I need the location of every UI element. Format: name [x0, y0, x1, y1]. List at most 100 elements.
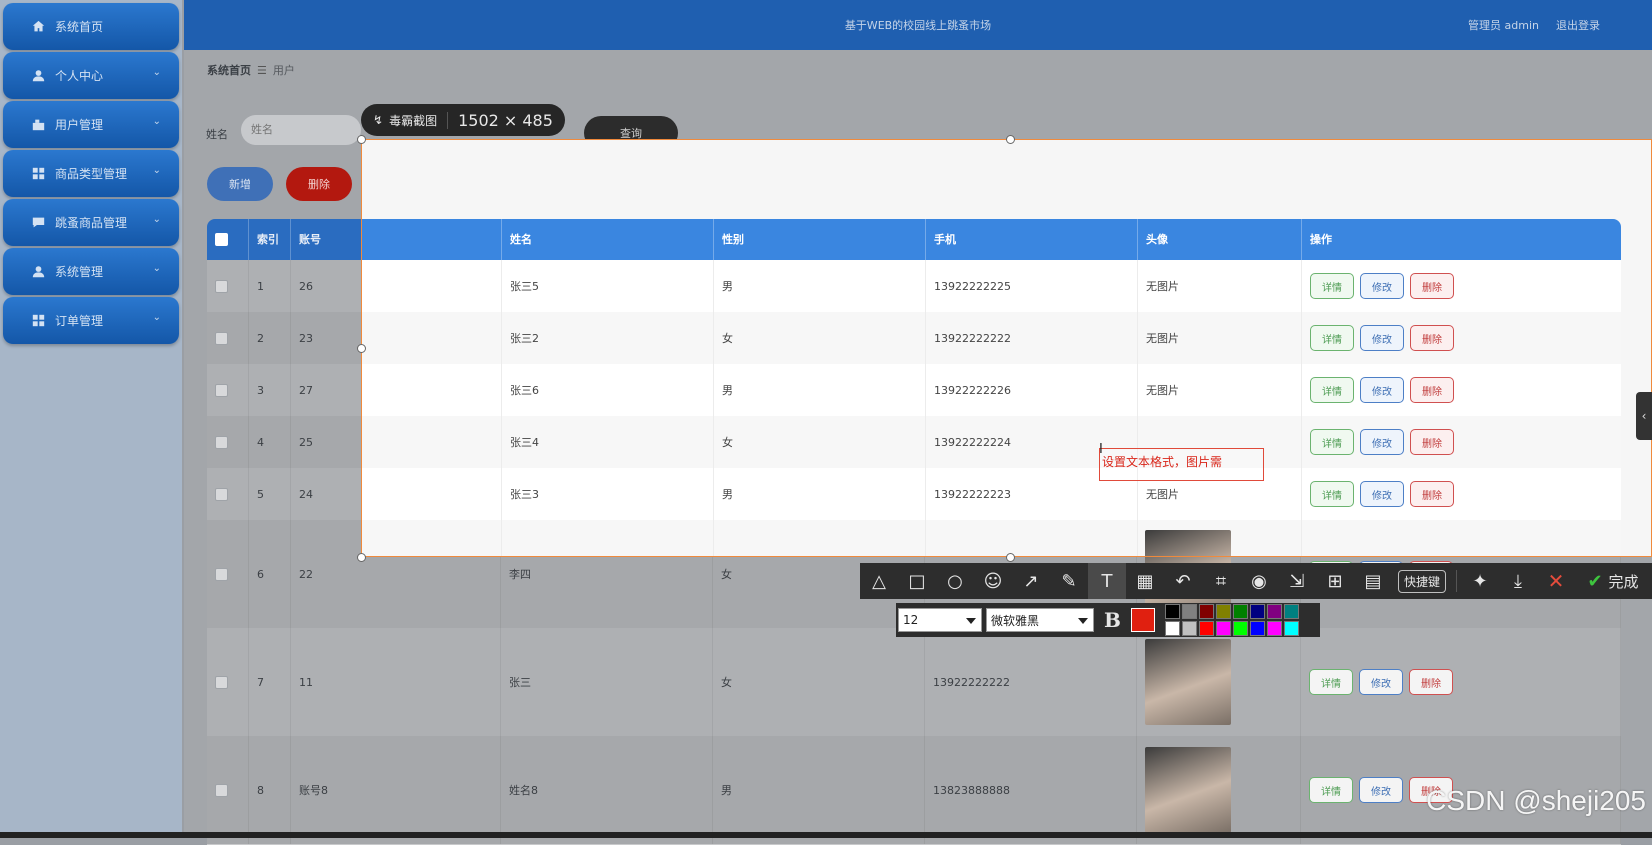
- select-all-checkbox[interactable]: [215, 233, 228, 246]
- color-swatch[interactable]: [1283, 621, 1299, 636]
- pin-icon[interactable]: ✦: [1461, 563, 1499, 599]
- color-swatch[interactable]: [1249, 604, 1265, 619]
- color-swatch[interactable]: [1232, 604, 1248, 619]
- row-checkbox[interactable]: [215, 783, 228, 797]
- row-checkbox[interactable]: [215, 567, 228, 581]
- color-swatch[interactable]: [1266, 604, 1282, 619]
- resize-handle[interactable]: [357, 553, 366, 562]
- emoji-icon[interactable]: ☺: [974, 563, 1012, 599]
- top-header: 基于WEB的校园线上跳蚤市场 管理员 admin 退出登录: [184, 0, 1652, 50]
- font-name-value: 微软雅黑: [991, 613, 1040, 628]
- user-icon: [31, 69, 45, 83]
- color-swatch[interactable]: [1164, 604, 1180, 619]
- record-icon[interactable]: ◉: [1240, 563, 1278, 599]
- shapes-icon[interactable]: △: [860, 563, 898, 599]
- resize-handle[interactable]: [1006, 135, 1015, 144]
- sidebar-item-personal[interactable]: 个人中心 ⌄: [3, 52, 179, 99]
- breadcrumb-home[interactable]: 系统首页: [207, 64, 251, 77]
- search-input[interactable]: [241, 115, 361, 145]
- cell-phone: 13823888888: [925, 736, 1137, 844]
- color-swatch[interactable]: [1266, 621, 1282, 636]
- row-checkbox[interactable]: [215, 435, 228, 449]
- detail-button[interactable]: 详情: [1309, 669, 1353, 695]
- cell-account: 账号8: [291, 736, 501, 844]
- marker-icon[interactable]: ✎: [1050, 563, 1088, 599]
- resize-handle[interactable]: [1006, 553, 1015, 562]
- color-swatch[interactable]: [1215, 621, 1231, 636]
- cell-index: 2: [249, 312, 291, 364]
- text-annotation-box[interactable]: 设置文本格式，图片需: [1099, 448, 1264, 481]
- home-icon: [31, 20, 45, 34]
- color-swatch[interactable]: [1249, 621, 1265, 636]
- edit-button[interactable]: 修改: [1359, 777, 1403, 803]
- resize-handle[interactable]: [357, 135, 366, 144]
- cell-select: [207, 260, 249, 312]
- close-icon[interactable]: ✕: [1537, 563, 1575, 599]
- color-swatch[interactable]: [1181, 621, 1197, 636]
- add-button[interactable]: 新增: [207, 167, 273, 201]
- font-size-select[interactable]: 12: [898, 608, 982, 632]
- text-icon[interactable]: T: [1088, 563, 1126, 599]
- mosaic-icon[interactable]: ▦: [1126, 563, 1164, 599]
- cell-avatar: [1137, 736, 1301, 844]
- done-button[interactable]: ✔ 完成: [1575, 563, 1651, 599]
- color-swatch[interactable]: [1164, 621, 1180, 636]
- shortcut-label: 快捷键: [1397, 569, 1446, 593]
- ocr-icon[interactable]: ⌗: [1202, 563, 1240, 599]
- sidebar-item-label: 系统首页: [55, 20, 104, 34]
- color-swatch[interactable]: [1198, 604, 1214, 619]
- download-icon[interactable]: ⤓: [1499, 563, 1537, 599]
- current-color-swatch[interactable]: [1130, 608, 1155, 632]
- circle-icon[interactable]: ○: [936, 563, 974, 599]
- pin-add-icon[interactable]: ⊞: [1316, 563, 1354, 599]
- bottom-edge: [0, 832, 1652, 838]
- side-collapse-handle[interactable]: ‹: [1636, 392, 1652, 440]
- chevron-down-icon: ⌄: [152, 312, 161, 323]
- sidebar-item-user-manage[interactable]: 用户管理 ⌄: [3, 101, 179, 148]
- edit-button[interactable]: 修改: [1359, 669, 1403, 695]
- batch-delete-button[interactable]: 删除: [286, 167, 352, 201]
- resize-handle[interactable]: [357, 344, 366, 353]
- check-icon: ✔: [1587, 570, 1603, 592]
- shortcut-button[interactable]: 快捷键: [1392, 563, 1452, 599]
- toolbar-divider: [1456, 570, 1457, 592]
- sidebar-item-goods-type[interactable]: 商品类型管理 ⌄: [3, 150, 179, 197]
- color-swatch[interactable]: [1283, 604, 1299, 619]
- detail-button[interactable]: 详情: [1309, 777, 1353, 803]
- sidebar-item-label: 系统管理: [55, 265, 104, 279]
- scroll-capture-icon[interactable]: ⇲: [1278, 563, 1316, 599]
- users-manage-icon: [31, 118, 45, 132]
- cell-phone: 13922222222: [925, 628, 1137, 736]
- sidebar-item-label: 订单管理: [55, 314, 104, 328]
- row-delete-button[interactable]: 删除: [1409, 669, 1453, 695]
- sidebar-item-flea-goods[interactable]: 跳蚤商品管理 ⌄: [3, 199, 179, 246]
- arrow-icon[interactable]: ↗: [1012, 563, 1050, 599]
- sidebar-item-orders[interactable]: 订单管理 ⌄: [3, 297, 179, 344]
- capture-dimensions: 1502 × 485: [458, 110, 553, 130]
- capture-toolbar: △ □ ○ ☺ ↗ ✎ T ▦ ↶ ⌗ ◉ ⇲ ⊞ ▤ 快捷键 ✦ ⤓ ✕ ✔ 完…: [860, 563, 1652, 599]
- undo-icon[interactable]: ↶: [1164, 563, 1202, 599]
- bold-toggle[interactable]: B: [1104, 608, 1121, 632]
- color-swatch[interactable]: [1198, 621, 1214, 636]
- cell-index: 5: [249, 468, 291, 520]
- row-checkbox[interactable]: [215, 675, 228, 689]
- cell-actions: 详情修改删除: [1301, 628, 1621, 736]
- capture-size-tag: ↯ 毒霸截图 1502 × 485: [361, 104, 565, 136]
- sidebar-item-home[interactable]: 系统首页: [3, 3, 179, 50]
- capture-selection-border[interactable]: [361, 139, 1652, 557]
- comment-icon[interactable]: ▤: [1354, 563, 1392, 599]
- color-swatch[interactable]: [1181, 604, 1197, 619]
- row-checkbox[interactable]: [215, 279, 228, 293]
- row-checkbox[interactable]: [215, 331, 228, 345]
- rectangle-icon[interactable]: □: [898, 563, 936, 599]
- color-swatch[interactable]: [1215, 604, 1231, 619]
- sidebar-item-system[interactable]: 系统管理 ⌄: [3, 248, 179, 295]
- row-checkbox[interactable]: [215, 383, 228, 397]
- row-checkbox[interactable]: [215, 487, 228, 501]
- font-name-select[interactable]: 微软雅黑: [986, 608, 1094, 632]
- cell-index: 8: [249, 736, 291, 844]
- logout-link[interactable]: 退出登录: [1556, 17, 1600, 33]
- color-swatch[interactable]: [1232, 621, 1248, 636]
- cell-index: 6: [249, 520, 291, 628]
- column-header-index: 索引: [249, 219, 291, 260]
